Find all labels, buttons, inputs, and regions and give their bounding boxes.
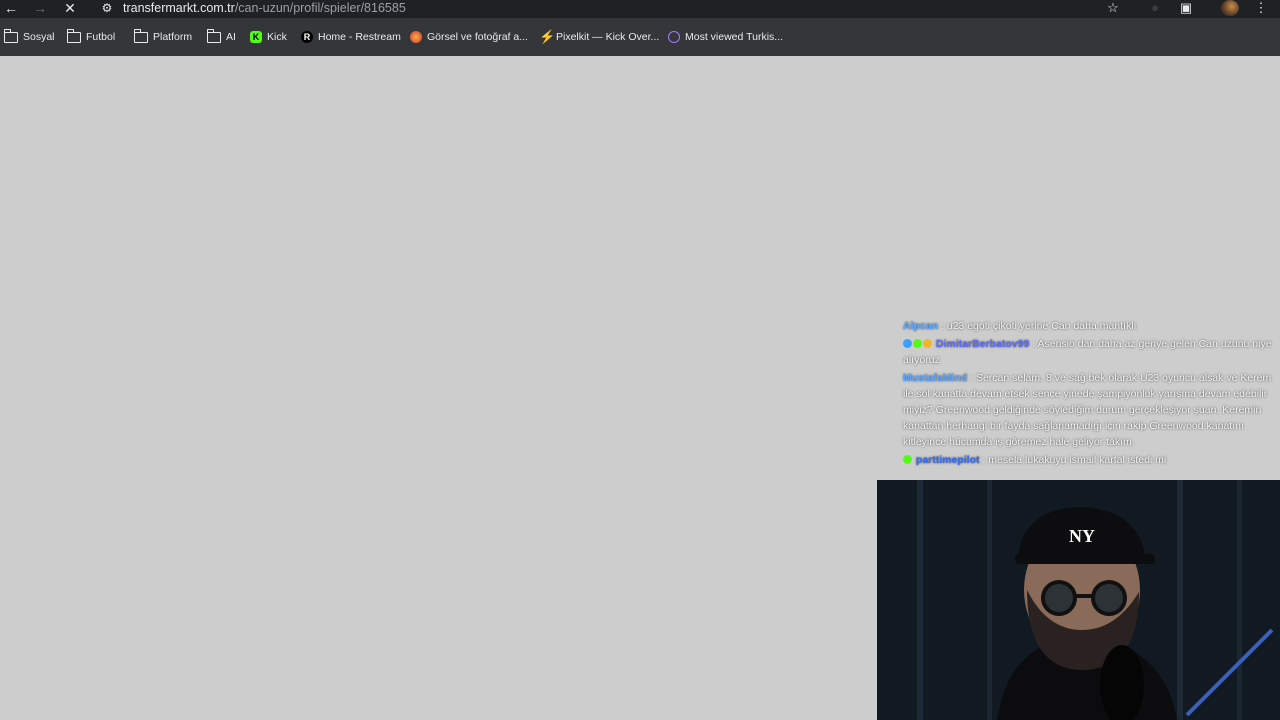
bookmark-platform[interactable]: Platform bbox=[133, 18, 193, 56]
stream-chat-overlay: Alpcan : u23 egoti çikoti yerine Can dah… bbox=[903, 318, 1273, 470]
bookmark-label: Pixelkit — Kick Over... bbox=[556, 31, 660, 43]
chat-message: DimitarBerbatov99 : Asensio dan daha az … bbox=[903, 338, 1272, 366]
bookmark-label: Most viewed Turkis... bbox=[685, 31, 784, 43]
chat-message: MustafaMind : Sercan selam. 8 ve sağ bek… bbox=[903, 372, 1272, 448]
bookmark-restream[interactable]: R Home - Restream bbox=[301, 18, 401, 56]
url-host: transfermarkt.com.tr bbox=[123, 1, 235, 15]
bookmarks-bar: Sosyal Futbol Platform AI K Kick R Home - … bbox=[0, 18, 1280, 56]
svg-text:NY: NY bbox=[1069, 526, 1095, 546]
chat-username: Alpcan bbox=[903, 320, 939, 332]
bookmark-label: Platform bbox=[153, 31, 193, 43]
bookmark-label: Kick bbox=[267, 31, 287, 43]
bookmark-label: Home - Restream bbox=[318, 31, 401, 43]
kebab-menu-icon[interactable]: ⋮ bbox=[1251, 0, 1271, 18]
bookmark-most-viewed[interactable]: Most viewed Turkis... bbox=[668, 18, 783, 56]
puzzle-icon[interactable]: ▣ bbox=[1176, 0, 1196, 18]
bookmark-futbol[interactable]: Futbol bbox=[66, 18, 116, 56]
url-path: /can-uzun/profil/spieler/816585 bbox=[234, 1, 406, 15]
pixelkit-icon: ⚡ bbox=[539, 29, 556, 44]
bookmark-label: AI bbox=[226, 31, 236, 43]
kick-icon: K bbox=[250, 31, 262, 43]
restream-icon: R bbox=[301, 31, 313, 43]
chat-text: mesela lukakuyu ismail kartal istedi mi bbox=[988, 454, 1167, 466]
bookmark-gorsel[interactable]: Görsel ve fotoğraf a... bbox=[410, 18, 528, 56]
extension-dot-icon[interactable]: ● bbox=[1145, 0, 1165, 18]
bookmark-label: Görsel ve fotoğraf a... bbox=[427, 31, 528, 43]
bookmark-label: Futbol bbox=[86, 31, 116, 43]
forward-arrow-icon[interactable]: → bbox=[29, 0, 51, 18]
webcam-feed: NY bbox=[877, 480, 1280, 720]
bookmark-sosyal[interactable]: Sosyal bbox=[3, 18, 55, 56]
chart-site-icon bbox=[668, 31, 680, 43]
back-arrow-icon[interactable]: ← bbox=[0, 0, 22, 18]
folder-icon bbox=[133, 28, 148, 43]
image-site-icon bbox=[410, 31, 422, 43]
chat-message: parttimepilot : mesela lukakuyu ismail k… bbox=[903, 452, 1273, 468]
folder-icon bbox=[206, 28, 221, 43]
folder-icon bbox=[66, 28, 81, 43]
address-bar[interactable]: transfermarkt.com.tr/can-uzun/profil/spi… bbox=[123, 0, 406, 18]
bookmark-kick[interactable]: K Kick bbox=[250, 18, 287, 56]
folder-icon bbox=[3, 28, 18, 43]
close-icon[interactable]: ✕ bbox=[59, 0, 81, 18]
browser-toolbar: ← → ✕ ⚙ transfermarkt.com.tr/can-uzun/pr… bbox=[0, 0, 1280, 18]
chat-username: DimitarBerbatov99 bbox=[935, 338, 1030, 350]
badge-icon bbox=[903, 339, 912, 348]
badge-icon bbox=[913, 339, 922, 348]
site-settings-icon[interactable]: ⚙ bbox=[98, 0, 116, 18]
star-icon[interactable]: ☆ bbox=[1103, 0, 1123, 18]
badge-icon bbox=[903, 455, 912, 464]
chat-text: u23 egoti çikoti yerine Can daha mantıkl… bbox=[946, 320, 1137, 332]
chat-username: MustafaMind bbox=[903, 372, 968, 384]
bookmark-ai[interactable]: AI bbox=[206, 18, 236, 56]
profile-avatar[interactable] bbox=[1221, 0, 1239, 16]
bookmark-pixelkit[interactable]: ⚡ Pixelkit — Kick Over... bbox=[539, 18, 659, 56]
chat-message: Alpcan : u23 egoti çikoti yerine Can dah… bbox=[903, 320, 1137, 332]
chat-username: parttimepilot bbox=[915, 454, 980, 466]
badge-icon bbox=[923, 339, 932, 348]
bookmark-label: Sosyal bbox=[23, 31, 55, 43]
streamer-image: NY bbox=[877, 480, 1280, 720]
